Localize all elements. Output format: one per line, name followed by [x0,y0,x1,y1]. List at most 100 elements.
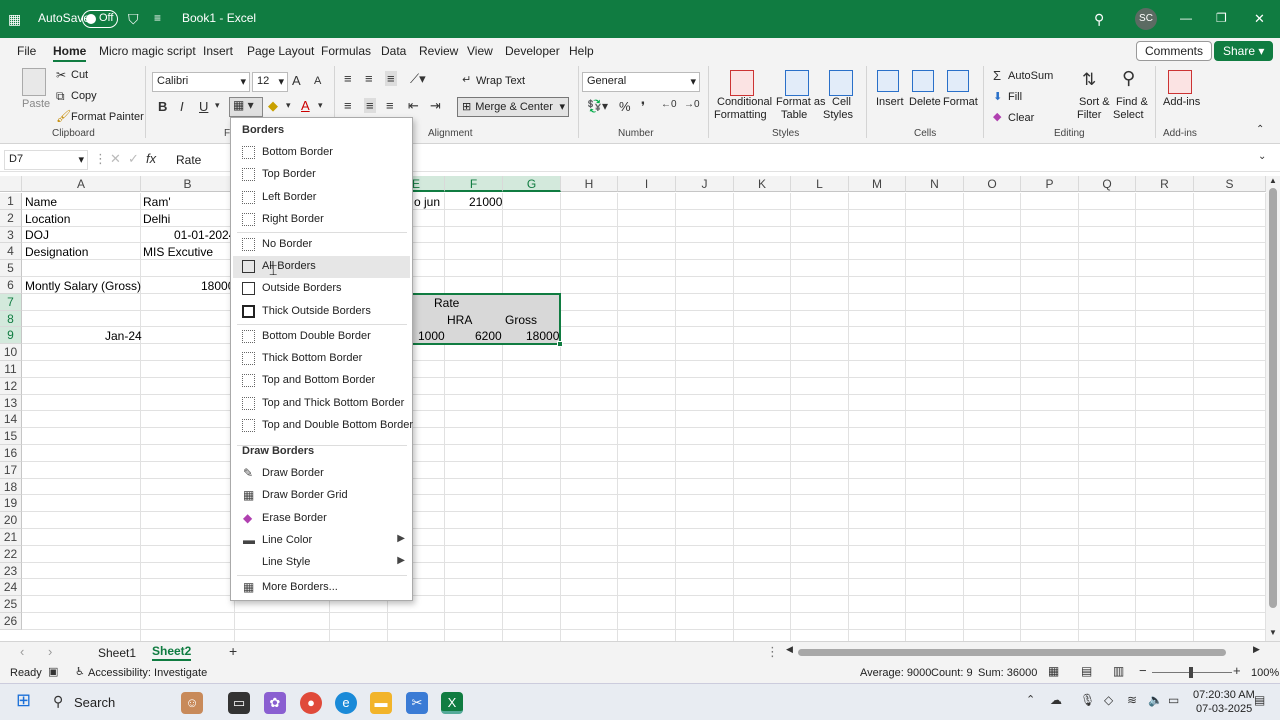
task-view-icon[interactable]: ▭ [228,692,250,714]
format-painter-icon[interactable]: 🖌 [56,109,71,123]
excel-taskbar-icon[interactable]: X [441,692,463,714]
chrome-icon[interactable]: ● [300,692,322,714]
vertical-scroll-thumb[interactable] [1269,188,1277,608]
column-header-h[interactable]: H [561,176,618,192]
row-header-24[interactable]: 24 [0,579,22,597]
row-header-25[interactable]: 25 [0,596,22,613]
worksheet-grid[interactable]: ABCDEFGHIJKLMNOPQRS 12345678910111213141… [0,176,1266,641]
sort-filter-icon[interactable]: ⇅ [1082,70,1096,90]
column-header-g[interactable]: G [503,176,561,192]
row-header-10[interactable]: 10 [0,344,22,361]
menu-item-left-border[interactable]: Left Border [233,187,410,209]
cancel-icon[interactable]: ✕ [110,151,121,167]
sort-filter-label-1[interactable]: Sort & [1079,96,1110,108]
row-header-21[interactable]: 21 [0,529,22,546]
insert-cells-button[interactable]: Insert [876,96,904,108]
row-header-14[interactable]: 14 [0,411,22,429]
page-layout-view-icon[interactable]: ▤ [1081,664,1092,678]
menu-item-top-border[interactable]: Top Border [233,164,410,186]
menu-item-thick-bottom-border[interactable]: Thick Bottom Border [233,348,410,370]
decrease-decimal-icon[interactable]: →0 [684,99,700,110]
column-header-l[interactable]: L [791,176,849,192]
row-header-2[interactable]: 2 [0,209,22,227]
location-icon[interactable]: ◇ [1104,693,1113,707]
more-icon[interactable]: ⋮ [94,151,107,167]
row-header-20[interactable]: 20 [0,512,22,529]
edge-icon[interactable]: e [335,692,357,714]
menu-item-top-and-thick-bottom-border[interactable]: Top and Thick Bottom Border [233,393,410,415]
scroll-down-icon[interactable]: ▼ [1269,628,1277,637]
search-icon[interactable]: ⚲ [1094,11,1104,28]
menu-item-outside-borders[interactable]: Outside Borders [233,278,410,300]
decrease-indent-icon[interactable]: ⇤ [408,98,419,114]
paste-label[interactable]: Paste [22,98,50,110]
customize-qat-icon[interactable]: ≡ [154,11,161,25]
underline-dropdown-icon[interactable]: ▾ [215,100,220,111]
insert-cells-icon[interactable] [877,70,899,92]
cell-g9[interactable]: 18000 [526,329,559,343]
filter-icon[interactable]: ⛉ [128,11,139,28]
menu-item-all-borders[interactable]: All Borders [233,256,410,278]
align-center-icon[interactable]: ≡ [364,98,376,113]
add-ins-icon[interactable] [1168,70,1192,94]
row-header-16[interactable]: 16 [0,445,22,462]
column-header-p[interactable]: P [1021,176,1079,192]
conditional-formatting-label-1[interactable]: Conditional [717,96,772,108]
menu-item-more-borders[interactable]: ▦ More Borders... [233,577,410,599]
menu-item-erase-border[interactable]: ◆ Erase Border [233,508,410,530]
zoom-in-icon[interactable]: + [1233,663,1241,678]
row-header-11[interactable]: 11 [0,361,22,378]
accounting-format-icon[interactable]: 💱▾ [587,99,608,113]
menu-item-line-color[interactable]: ▬ Line Color ▶ [233,530,410,552]
cell-a2[interactable]: Location [25,212,70,226]
format-as-table-label-2[interactable]: Table [781,109,807,121]
row-header-15[interactable]: 15 [0,428,22,445]
maximize-icon[interactable]: ❐ [1216,11,1227,25]
taskbar-search-icon[interactable]: ⚲ [53,693,63,710]
normal-view-icon[interactable]: ▦ [1048,664,1059,678]
file-explorer-icon[interactable]: ▬ [370,692,392,714]
row-header-6[interactable]: 6 [0,277,22,294]
middle-align-icon[interactable]: ≡ [365,71,373,86]
tab-page-layout[interactable]: Page Layout [247,44,314,58]
format-cells-button[interactable]: Format [943,96,978,108]
menu-item-no-border[interactable]: No Border [233,234,410,256]
font-name-select[interactable]: Calibri ▾ [152,72,250,92]
cell-b1[interactable]: Ram' [143,195,171,209]
notifications-icon[interactable]: ▤ [1254,693,1265,707]
share-button[interactable]: Share ▾ [1214,41,1274,61]
comments-button[interactable]: Comments [1136,41,1213,61]
row-header-5[interactable]: 5 [0,260,22,277]
format-painter-button[interactable]: Format Painter [71,111,144,123]
cell-b3[interactable]: 01-01-2024 [174,228,235,242]
row-header-26[interactable]: 26 [0,613,22,630]
tab-view[interactable]: View [467,44,493,58]
tab-micro-magic-script[interactable]: Micro magic script [99,44,196,58]
align-right-icon[interactable]: ≡ [386,98,394,113]
row-header-8[interactable]: 8 [0,310,22,328]
cell-e9[interactable]: 1000 [418,329,445,343]
find-select-label-2[interactable]: Select [1113,109,1144,121]
column-header-j[interactable]: J [676,176,734,192]
microphone-icon[interactable]: 🎙 [1080,693,1095,707]
delete-cells-button[interactable]: Delete [909,96,941,108]
vertical-scrollbar[interactable]: ▲ ▼ [1266,176,1280,641]
cell-a3[interactable]: DOJ [25,228,49,242]
row-header-17[interactable]: 17 [0,461,22,479]
windows-start-icon[interactable]: ⊞ [16,690,31,711]
tab-data[interactable]: Data [381,44,406,58]
clear-icon[interactable]: ◆ [993,110,1001,123]
cell-a6[interactable]: Montly Salary (Gross) [25,279,141,293]
page-break-view-icon[interactable]: ▥ [1113,664,1124,678]
cell-styles-icon[interactable] [829,70,853,96]
clock-time[interactable]: 07:20:30 AM [1193,689,1255,701]
prev-sheet-icon[interactable]: ‹ [20,644,24,659]
borders-button[interactable]: ▦ ▾ [229,97,263,117]
cell-f8[interactable]: HRA [447,313,472,327]
scroll-right-icon[interactable]: ▶ [1253,644,1260,655]
horizontal-scroll-thumb[interactable] [798,649,1226,656]
tab-insert[interactable]: Insert [203,44,233,58]
tab-file[interactable]: File [17,44,36,58]
menu-item-bottom-border[interactable]: Bottom Border [233,142,410,164]
find-select-label-1[interactable]: Find & [1116,96,1148,108]
